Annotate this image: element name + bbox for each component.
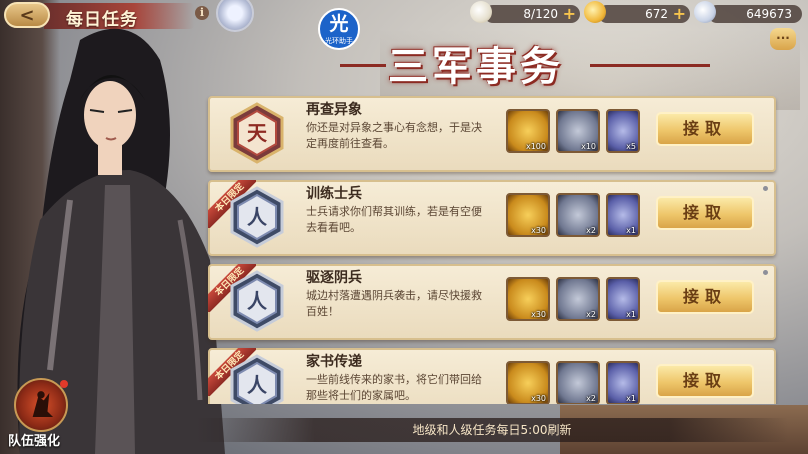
add-stamina-button[interactable]: + bbox=[563, 5, 576, 23]
reward-quantity: x1 bbox=[626, 394, 636, 403]
title-decor-right bbox=[590, 64, 710, 67]
accept-button[interactable]: 接取 bbox=[656, 280, 754, 314]
task-name: 家书传递 bbox=[306, 354, 362, 370]
reward-quantity: x30 bbox=[531, 394, 546, 403]
grade-badge-human-icon: 人 bbox=[230, 354, 284, 404]
resource-coins: 649673 bbox=[708, 5, 802, 23]
grade-badge-human-icon: 人 bbox=[230, 270, 284, 332]
reward-item[interactable]: x2 bbox=[556, 277, 600, 321]
grade-label: 人 bbox=[247, 373, 268, 397]
logo-sub: 光环助手 bbox=[325, 37, 353, 45]
reward-item[interactable]: x5 bbox=[606, 109, 640, 153]
reward-item[interactable]: x2 bbox=[556, 193, 600, 237]
task-description: 城边村落遭遇阴兵袭击，请尽快援救百姓！ bbox=[306, 289, 482, 318]
reward-quantity: x2 bbox=[586, 394, 596, 403]
reward-item[interactable]: x100 bbox=[506, 109, 550, 153]
add-gold-ingot-button[interactable]: + bbox=[673, 5, 686, 23]
reward-quantity: x1 bbox=[626, 226, 636, 235]
refresh-notice: 地级和人级任务每日5:00刷新 bbox=[196, 418, 788, 442]
reward-item[interactable]: x30 bbox=[506, 193, 550, 237]
task-list[interactable]: 天 再查异象 你还是对异象之事心有念想，于是决定再度前往查看。 x100 x10… bbox=[200, 92, 784, 404]
gold-ingot-icon bbox=[584, 1, 606, 23]
reward-quantity: x2 bbox=[586, 226, 596, 235]
reward-quantity: x30 bbox=[531, 226, 546, 235]
reward-item[interactable]: x1 bbox=[606, 361, 640, 404]
reward-item[interactable]: x2 bbox=[556, 361, 600, 404]
accept-button[interactable]: 接取 bbox=[656, 196, 754, 230]
grade-badge-human-icon: 人 bbox=[230, 186, 284, 248]
reward-quantity: x30 bbox=[531, 310, 546, 319]
accept-button[interactable]: 接取 bbox=[656, 112, 754, 146]
bun-icon bbox=[470, 1, 492, 23]
scroll-dot bbox=[763, 270, 768, 275]
task-name: 训练士兵 bbox=[306, 186, 362, 202]
chat-icon[interactable]: ··· bbox=[770, 28, 796, 50]
notification-dot bbox=[60, 380, 68, 388]
reward-quantity: x1 bbox=[626, 310, 636, 319]
grade-badge-heaven-icon: 天 bbox=[230, 102, 284, 164]
task-name: 驱逐阴兵 bbox=[306, 270, 362, 286]
grade-label: 人 bbox=[247, 289, 268, 313]
task-card: 本日限定 人 训练士兵 士兵请求你们帮其训练，若是有空便去看看吧。 x30 x2… bbox=[208, 180, 776, 256]
title-decor-left bbox=[340, 64, 386, 67]
resource-stamina: 8/120 + bbox=[484, 5, 580, 23]
resource-coins-value: 649673 bbox=[746, 7, 792, 21]
reward-quantity: x100 bbox=[525, 142, 546, 151]
task-card: 天 再查异象 你还是对异象之事心有念想，于是决定再度前往查看。 x100 x10… bbox=[208, 96, 776, 172]
resource-gold-ingot: 672 + bbox=[598, 5, 690, 23]
resource-gold-ingot-value: 672 bbox=[645, 7, 668, 21]
reward-item[interactable]: x30 bbox=[506, 277, 550, 321]
reward-item[interactable]: x1 bbox=[606, 193, 640, 237]
resource-stamina-value: 8/120 bbox=[523, 7, 558, 21]
reward-item[interactable]: x1 bbox=[606, 277, 640, 321]
reward-item[interactable]: x30 bbox=[506, 361, 550, 404]
info-icon[interactable]: i bbox=[195, 6, 209, 20]
task-description: 一些前线传来的家书，将它们带回给那些将士们的家属吧。 bbox=[306, 373, 482, 402]
reward-item[interactable]: x10 bbox=[556, 109, 600, 153]
team-upgrade-label: 队伍强化 bbox=[8, 434, 61, 449]
warrior-icon bbox=[32, 391, 54, 418]
accept-button[interactable]: 接取 bbox=[656, 364, 754, 398]
task-description: 你还是对异象之事心有念想，于是决定再度前往查看。 bbox=[306, 121, 482, 150]
reward-quantity: x2 bbox=[586, 310, 596, 319]
task-card: 本日限定 人 驱逐阴兵 城边村落遭遇阴兵袭击，请尽快援救百姓！ x30 x2 x… bbox=[208, 264, 776, 340]
scroll-dot bbox=[763, 186, 768, 191]
grade-label: 天 bbox=[247, 121, 268, 145]
logo-glyph: 光 bbox=[329, 13, 349, 35]
helper-logo: 光 光环助手 bbox=[318, 8, 360, 50]
reward-quantity: x10 bbox=[581, 142, 596, 151]
main-title: 三军事务 bbox=[388, 43, 564, 90]
task-card: 本日限定 人 家书传递 一些前线传来的家书，将它们带回给那些将士们的家属吧。 x… bbox=[208, 348, 776, 404]
reward-quantity: x5 bbox=[626, 142, 636, 151]
coin-icon bbox=[694, 1, 716, 23]
task-name: 再查异象 bbox=[306, 102, 362, 118]
task-description: 士兵请求你们帮其训练，若是有空便去看看吧。 bbox=[306, 205, 482, 234]
grade-label: 人 bbox=[247, 205, 268, 229]
